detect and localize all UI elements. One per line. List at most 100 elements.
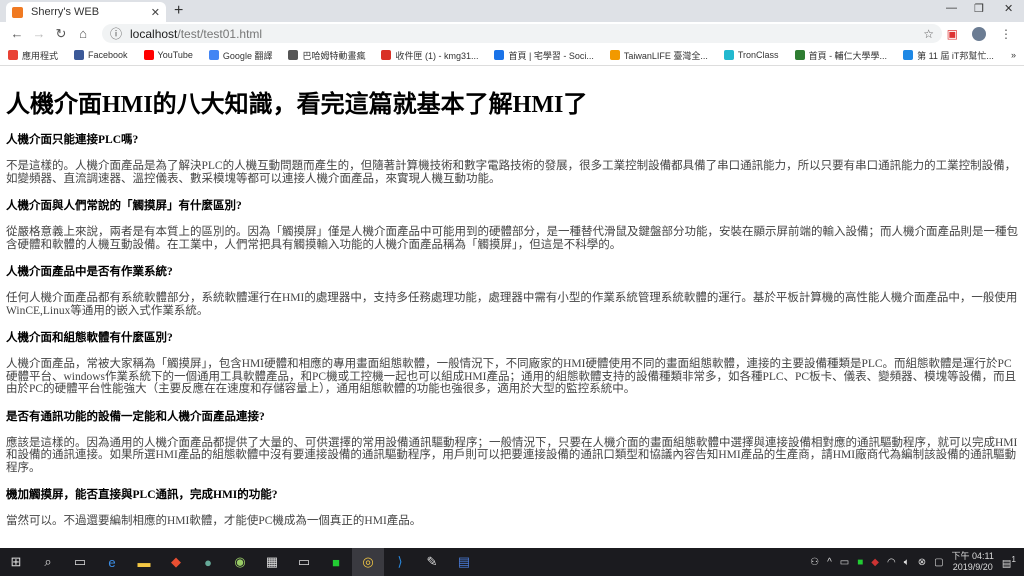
bookmark-favicon-icon <box>143 50 154 60</box>
search-icon[interactable]: ⌕ <box>32 548 64 576</box>
volume-icon[interactable]: 🔈︎ <box>904 557 910 568</box>
terminal-icon[interactable]: ▭ <box>288 548 320 576</box>
url-host: localhost <box>130 26 178 41</box>
notification-icon[interactable]: ▤1 <box>1002 554 1016 569</box>
people-icon[interactable]: ⚇ <box>810 557 819 568</box>
bookmark-favicon-icon <box>208 50 219 60</box>
battery-icon[interactable]: ▭ <box>840 557 849 568</box>
paint-icon[interactable]: ◉ <box>224 548 256 576</box>
bookmark-item[interactable]: 首頁 - 輔仁大學學... <box>794 49 888 62</box>
bookmark-label: 巴哈姆特動畫瘋 <box>302 50 366 61</box>
tab-active[interactable]: Sherry's WEB ✕ <box>6 2 166 22</box>
bookmark-favicon-icon <box>723 50 734 60</box>
bookmark-label: 首頁 | 宅學習 - Soci... <box>508 50 594 61</box>
bookmark-item[interactable]: Facebook <box>74 50 128 60</box>
line-tray-icon[interactable]: ■ <box>857 557 863 568</box>
page-content: 人機介面HMI的八大知識，看完這篇就基本了解HMI了 人機介面只能連接PLC嗎?… <box>0 66 1024 548</box>
section-heading: 是否有通訊功能的設備一定能和人機介面產品連接? <box>6 410 265 423</box>
bookmark-label: 首頁 - 輔仁大學學... <box>808 50 888 61</box>
bookmark-label: 應用程式 <box>22 50 59 61</box>
bookmark-item[interactable]: Google 翻譯 <box>208 49 273 62</box>
input-icon[interactable]: ▢ <box>934 557 943 568</box>
bookmark-favicon-icon <box>288 50 299 60</box>
bookmark-item[interactable]: YouTube <box>143 50 193 60</box>
section-heading: 人機介面產品中是否有作業系統? <box>6 266 173 278</box>
bookmarks-bar: 應用程式 Facebook YouTube Google 翻譯 巴哈姆特動畫瘋 收件匣 (… <box>0 45 1024 66</box>
bookmark-item[interactable]: 巴哈姆特動畫瘋 <box>288 49 365 62</box>
url-path: /test/test01.html <box>177 26 263 41</box>
bookmark-item[interactable]: 應用程式 <box>8 49 58 62</box>
profile-avatar[interactable] <box>972 26 986 41</box>
site-favicon-icon <box>12 6 23 18</box>
bookmark-favicon-icon <box>794 50 805 60</box>
start-button-windows-icon[interactable]: ⊞ <box>0 548 32 576</box>
bookmark-item[interactable]: TronClass <box>723 50 779 60</box>
section-heading: 人機介面和組態軟體有什麼區別? <box>6 332 173 344</box>
task-view-icon[interactable]: ▭ <box>64 548 96 576</box>
forward-button[interactable]: → <box>28 26 50 41</box>
git-icon[interactable]: ◆ <box>160 548 192 576</box>
line-icon[interactable]: ■ <box>320 548 352 576</box>
tab-close-icon[interactable]: ✕ <box>151 6 160 19</box>
wifi-icon[interactable]: ◠ <box>887 557 896 568</box>
bookmark-label: Google 翻譯 <box>222 50 273 61</box>
clock[interactable]: 下午 04:11 2019/9/20 <box>952 551 994 573</box>
section-body: 人機介面產品，常被大家稱為「觸摸屏」，包含HMI硬體和相應的專用畫面組態軟體，一… <box>6 358 1017 395</box>
bookmark-label: TaiwanLIFE 臺灣全... <box>623 50 708 61</box>
word-icon[interactable]: ▤ <box>448 548 480 576</box>
bookmark-item[interactable]: 第 11 屆 iT邦幫忙... <box>903 49 994 62</box>
menu-icon[interactable]: ⋮ <box>1000 27 1012 41</box>
show-hidden-icon[interactable]: ^ <box>827 557 832 568</box>
bookmark-label: Facebook <box>88 50 128 60</box>
section-body: 應該是這樣的。因為通用的人機介面產品都提供了大量的、可供選擇的常用設備通訊驅動程… <box>6 436 1018 474</box>
section-heading: 人機介面只能連接PLC嗎? <box>6 134 139 146</box>
app-icon[interactable]: ● <box>192 548 224 576</box>
toolbar: ← → ↻ ⌂ ⓘ localhost/test/test01.html ☆ ▣… <box>0 22 1024 45</box>
bookmark-item[interactable]: TaiwanLIFE 臺灣全... <box>609 49 708 62</box>
section-body: 不是這樣的。人機介面產品是為了解決PLC的人機互動問題而產生的，但隨著計算機技術… <box>6 160 1017 185</box>
extension-icon[interactable]: ▣ <box>947 27 958 41</box>
bookmark-label: YouTube <box>157 50 193 60</box>
bookmark-item[interactable]: 首頁 | 宅學習 - Soci... <box>494 49 594 62</box>
section-body: 當然可以。不過還要編制相應的HMI軟體，才能使PC機成為一個真正的HMI產品。 <box>6 515 422 527</box>
bookmark-label: TronClass <box>737 50 779 60</box>
clock-date: 2019/9/20 <box>952 562 993 572</box>
minimize-button[interactable]: — <box>946 2 957 14</box>
bookmark-favicon-icon <box>74 50 85 60</box>
bookmark-label: 第 11 屆 iT邦幫忙... <box>917 50 994 61</box>
bookmark-favicon-icon <box>903 50 914 60</box>
bookmark-favicon-icon <box>8 50 18 60</box>
edge-icon[interactable]: e <box>96 548 128 576</box>
section-body: 從嚴格意義上來說，兩者是有本質上的區別的。因為「觸摸屏」僅是人機介面產品中可能用… <box>6 226 1018 251</box>
bookmark-favicon-icon <box>381 50 392 60</box>
new-tab-button[interactable]: + <box>174 2 183 20</box>
home-button[interactable]: ⌂ <box>72 26 94 41</box>
section-heading: 機加觸摸屏，能否直接與PLC通訊，完成HMI的功能? <box>6 489 278 501</box>
status-icon[interactable]: ⊗ <box>918 557 926 568</box>
tab-bar: Sherry's WEB ✕ + — ❐ ✕ <box>0 0 1024 22</box>
bookmarks-overflow-button[interactable]: » <box>1011 50 1016 60</box>
window-close-button[interactable]: ✕ <box>1004 2 1013 15</box>
file-explorer-icon[interactable]: ▬ <box>128 548 160 576</box>
security-icon[interactable]: ◆ <box>871 557 879 568</box>
clock-time: 下午 04:11 <box>951 551 994 561</box>
vscode-icon[interactable]: ⟩ <box>384 548 416 576</box>
section-heading: 人機介面與人們常說的「觸摸屏」有什麼區別? <box>6 200 242 212</box>
tab-title: Sherry's WEB <box>31 6 100 18</box>
page-title: 人機介面HMI的八大知識，看完這篇就基本了解HMI了 <box>6 92 588 118</box>
chrome-icon[interactable]: ◎ <box>352 548 384 576</box>
info-icon[interactable]: ⓘ <box>110 25 122 42</box>
calculator-icon[interactable]: ▦ <box>256 548 288 576</box>
app-icon-2[interactable]: ✎ <box>416 548 448 576</box>
address-bar[interactable]: ⓘ localhost/test/test01.html ☆ <box>102 24 942 43</box>
bookmark-star-icon[interactable]: ☆ <box>923 27 934 41</box>
bookmark-favicon-icon <box>609 50 620 60</box>
bookmark-favicon-icon <box>494 50 505 60</box>
bookmark-label: 收件匣 (1) - kmg31... <box>395 50 479 61</box>
back-button[interactable]: ← <box>6 26 28 41</box>
section-body: 任何人機介面產品都有系統軟體部分，系統軟體運行在HMI的處理器中，支持多任務處理… <box>6 292 1018 317</box>
bookmark-item[interactable]: 收件匣 (1) - kmg31... <box>381 49 478 62</box>
maximize-button[interactable]: ❐ <box>974 2 984 15</box>
reload-button[interactable]: ↻ <box>50 26 72 42</box>
taskbar: ⊞ ⌕ ▭ e ▬ ◆ ● ◉ ▦ ▭ ■ ◎ ⟩ ✎ ▤ ⚇ ^ ▭ ■ ◆ … <box>0 548 1024 576</box>
